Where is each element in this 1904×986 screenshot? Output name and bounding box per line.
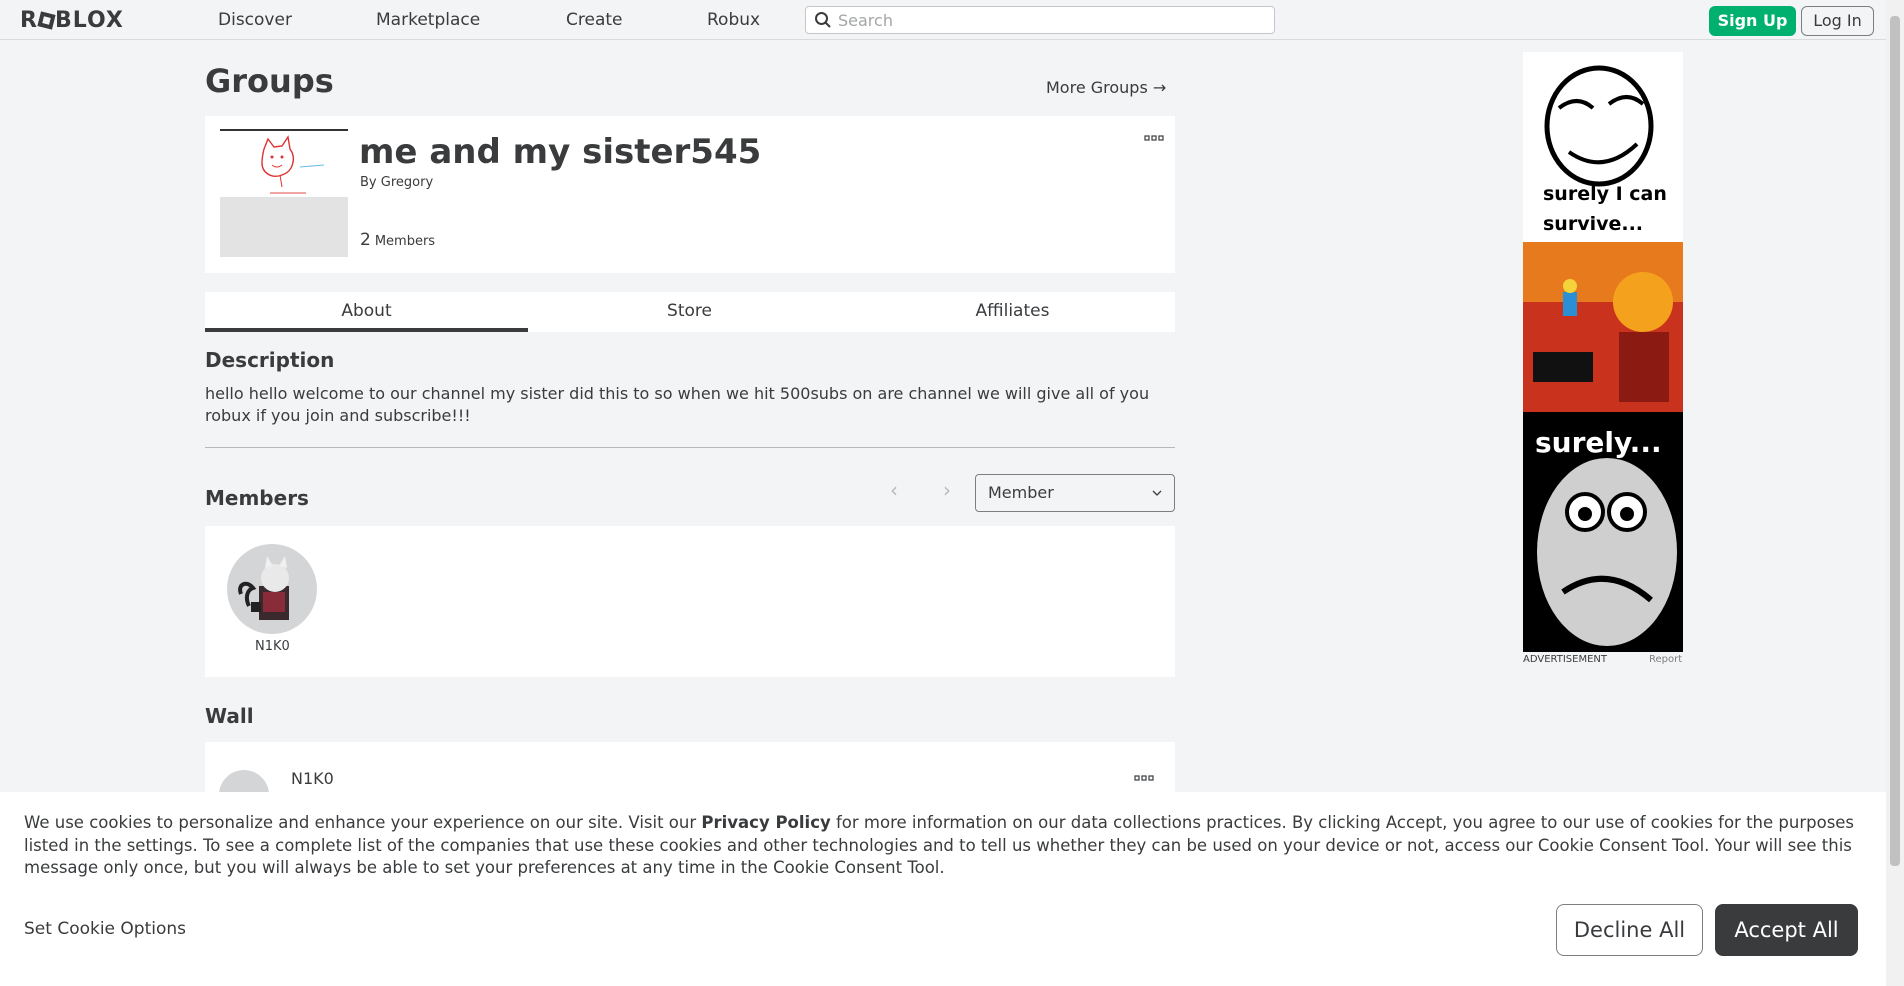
ad-image: surely I can survive... surely... xyxy=(1523,52,1683,652)
emblem-screenshot xyxy=(220,129,348,197)
accept-all-button[interactable]: Accept All xyxy=(1715,904,1858,956)
more-groups-link[interactable]: More Groups → xyxy=(1046,78,1166,97)
members-list: N1K0 xyxy=(205,526,1175,677)
description-text: hello hello welcome to our channel my si… xyxy=(205,384,1150,425)
page-scrollbar[interactable] xyxy=(1886,0,1904,986)
role-filter-value: Member xyxy=(988,483,1054,502)
member-count-value: 2 xyxy=(360,230,371,250)
more-options-icon[interactable] xyxy=(1144,134,1164,144)
privacy-policy-link[interactable]: Privacy Policy xyxy=(701,813,830,832)
ad-banner[interactable]: surely I can survive... surely... xyxy=(1523,52,1683,652)
nav-discover[interactable]: Discover xyxy=(218,10,292,30)
by-prefix: By xyxy=(360,175,377,190)
tab-affiliates[interactable]: Affiliates xyxy=(851,292,1174,332)
search-input[interactable] xyxy=(838,10,1258,30)
group-owner-link[interactable]: Gregory xyxy=(381,175,433,190)
member-avatar[interactable] xyxy=(227,544,317,634)
group-emblem xyxy=(220,129,348,257)
group-owner-line: By Gregory xyxy=(360,175,433,190)
members-title: Members xyxy=(205,486,309,510)
cookie-text: We use cookies to personalize and enhanc… xyxy=(24,812,1874,880)
set-cookie-options-link[interactable]: Set Cookie Options xyxy=(24,919,186,939)
member-count: 2 Members xyxy=(360,230,435,250)
group-header-card: me and my sister545 By Gregory 2 Members xyxy=(205,116,1175,273)
member-name[interactable]: N1K0 xyxy=(255,639,290,654)
tab-store[interactable]: Store xyxy=(528,292,851,332)
search-icon xyxy=(815,12,831,28)
description-divider xyxy=(205,447,1175,448)
ad-report-link[interactable]: Report xyxy=(1649,654,1682,665)
nav-create[interactable]: Create xyxy=(566,10,623,30)
wall-post-username[interactable]: N1K0 xyxy=(291,769,334,788)
top-nav: R BLOX Discover Marketplace Create Robux … xyxy=(0,0,1886,40)
wall-title: Wall xyxy=(205,704,254,728)
scrollbar-thumb[interactable] xyxy=(1890,16,1900,866)
search-box[interactable] xyxy=(805,6,1275,34)
decline-all-button[interactable]: Decline All xyxy=(1556,904,1703,956)
wall-post-more-icon[interactable] xyxy=(1134,774,1154,784)
login-button[interactable]: Log In xyxy=(1801,6,1874,36)
signup-button[interactable]: Sign Up xyxy=(1709,6,1796,36)
emblem-drawing xyxy=(261,135,325,194)
next-page-icon[interactable]: › xyxy=(943,478,951,502)
cookie-banner: We use cookies to personalize and enhanc… xyxy=(0,792,1886,986)
member-count-label: Members xyxy=(374,234,436,249)
prev-page-icon[interactable]: ‹ xyxy=(890,478,898,502)
role-filter-dropdown[interactable]: Member xyxy=(975,474,1175,512)
cookie-text-before: We use cookies to personalize and enhanc… xyxy=(24,813,702,832)
chevron-down-icon xyxy=(1152,490,1162,496)
ad-caption-bottom: surely... xyxy=(1535,426,1662,459)
nav-marketplace[interactable]: Marketplace xyxy=(376,10,480,30)
page-title: Groups xyxy=(205,62,334,100)
ad-label: ADVERTISEMENT xyxy=(1523,654,1608,665)
group-tabs: About Store Affiliates xyxy=(205,292,1175,332)
tab-about[interactable]: About xyxy=(205,292,528,332)
roblox-logo[interactable]: R BLOX xyxy=(20,8,124,33)
description-title: Description xyxy=(205,348,335,372)
avatar-image xyxy=(238,556,289,620)
group-name: me and my sister545 xyxy=(359,132,762,172)
nav-robux[interactable]: Robux xyxy=(707,10,760,30)
